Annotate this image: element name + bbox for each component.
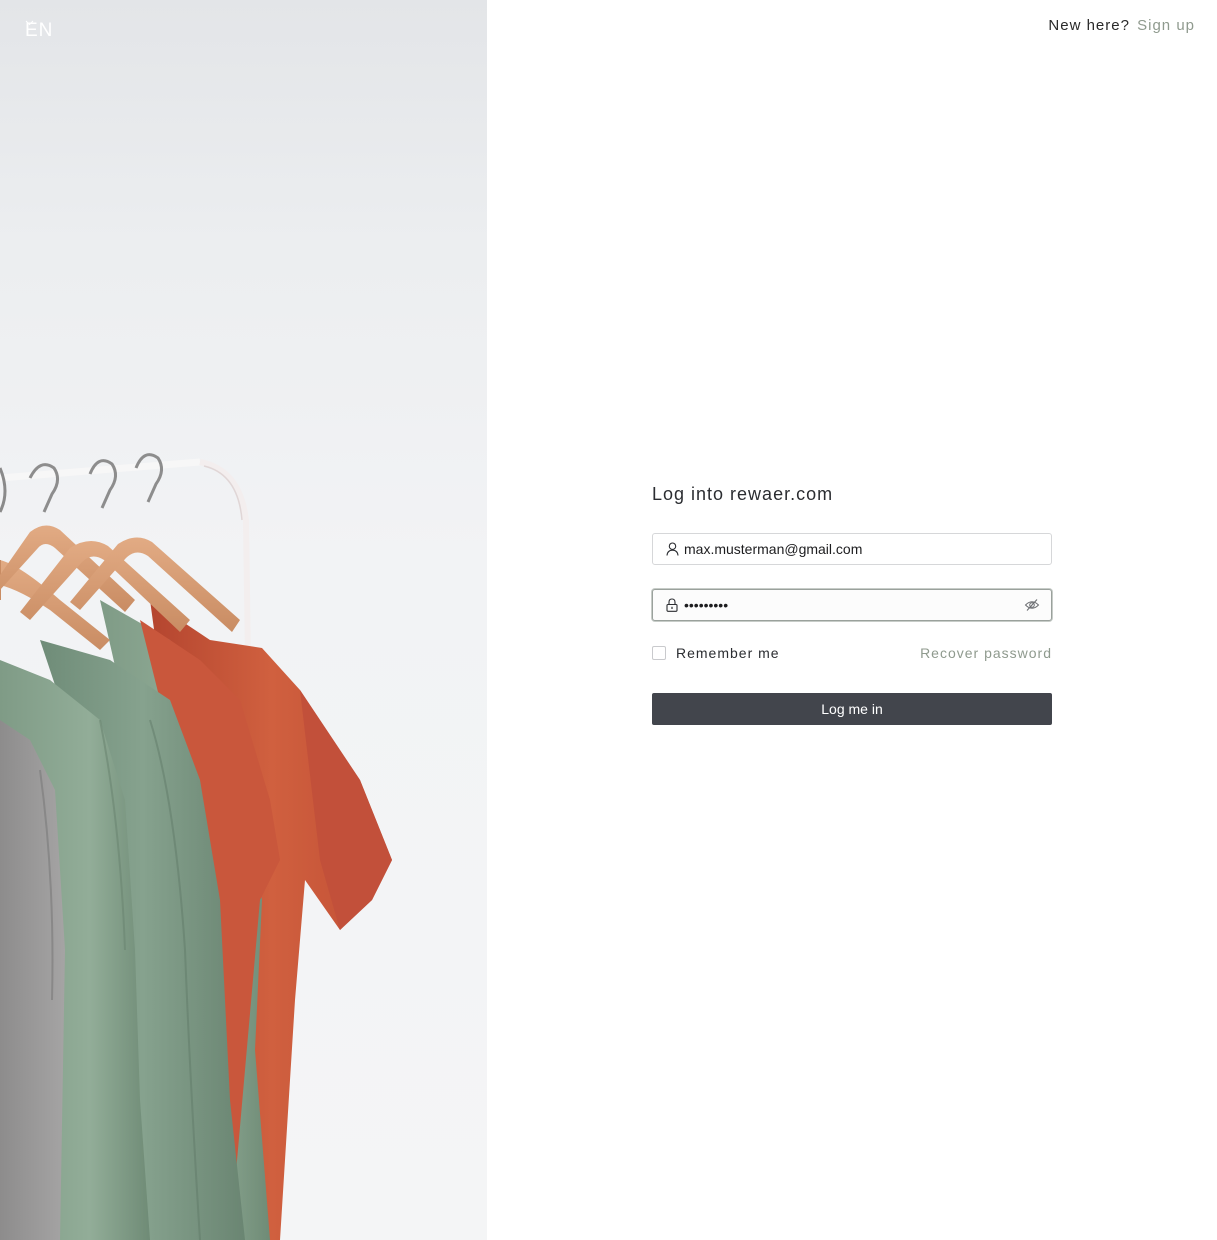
clothes-rack-illustration	[0, 453, 392, 1240]
remember-me[interactable]: Remember me	[652, 645, 780, 661]
hero-image-panel: EN	[0, 0, 487, 1240]
email-field-wrapper	[652, 533, 1052, 565]
login-button[interactable]: Log me in	[652, 693, 1052, 725]
page-title: Log into rewaer.com	[652, 484, 834, 504]
recover-password-link[interactable]: Recover password	[920, 645, 1052, 661]
user-icon	[664, 541, 680, 557]
login-form: Log into rewaer.com max.musterman@gmail.…	[652, 484, 1052, 725]
remember-me-label: Remember me	[676, 645, 780, 661]
password-field[interactable]	[684, 591, 1023, 619]
signup-link[interactable]: Sign up	[1137, 17, 1195, 34]
lock-icon	[664, 597, 680, 613]
eye-off-icon[interactable]	[1023, 596, 1041, 614]
language-selector[interactable]: EN	[25, 20, 55, 42]
password-field-wrapper	[652, 589, 1052, 621]
remember-me-checkbox[interactable]	[652, 646, 666, 660]
login-page: EN New here? Sign up Log into rewaer.com	[0, 0, 1217, 1240]
signup-prompt: New here? Sign up	[1048, 17, 1195, 34]
signup-prompt-text: New here?	[1048, 17, 1130, 34]
email-field[interactable]	[684, 535, 1051, 563]
login-options-row: Remember me Recover password	[652, 645, 1052, 661]
